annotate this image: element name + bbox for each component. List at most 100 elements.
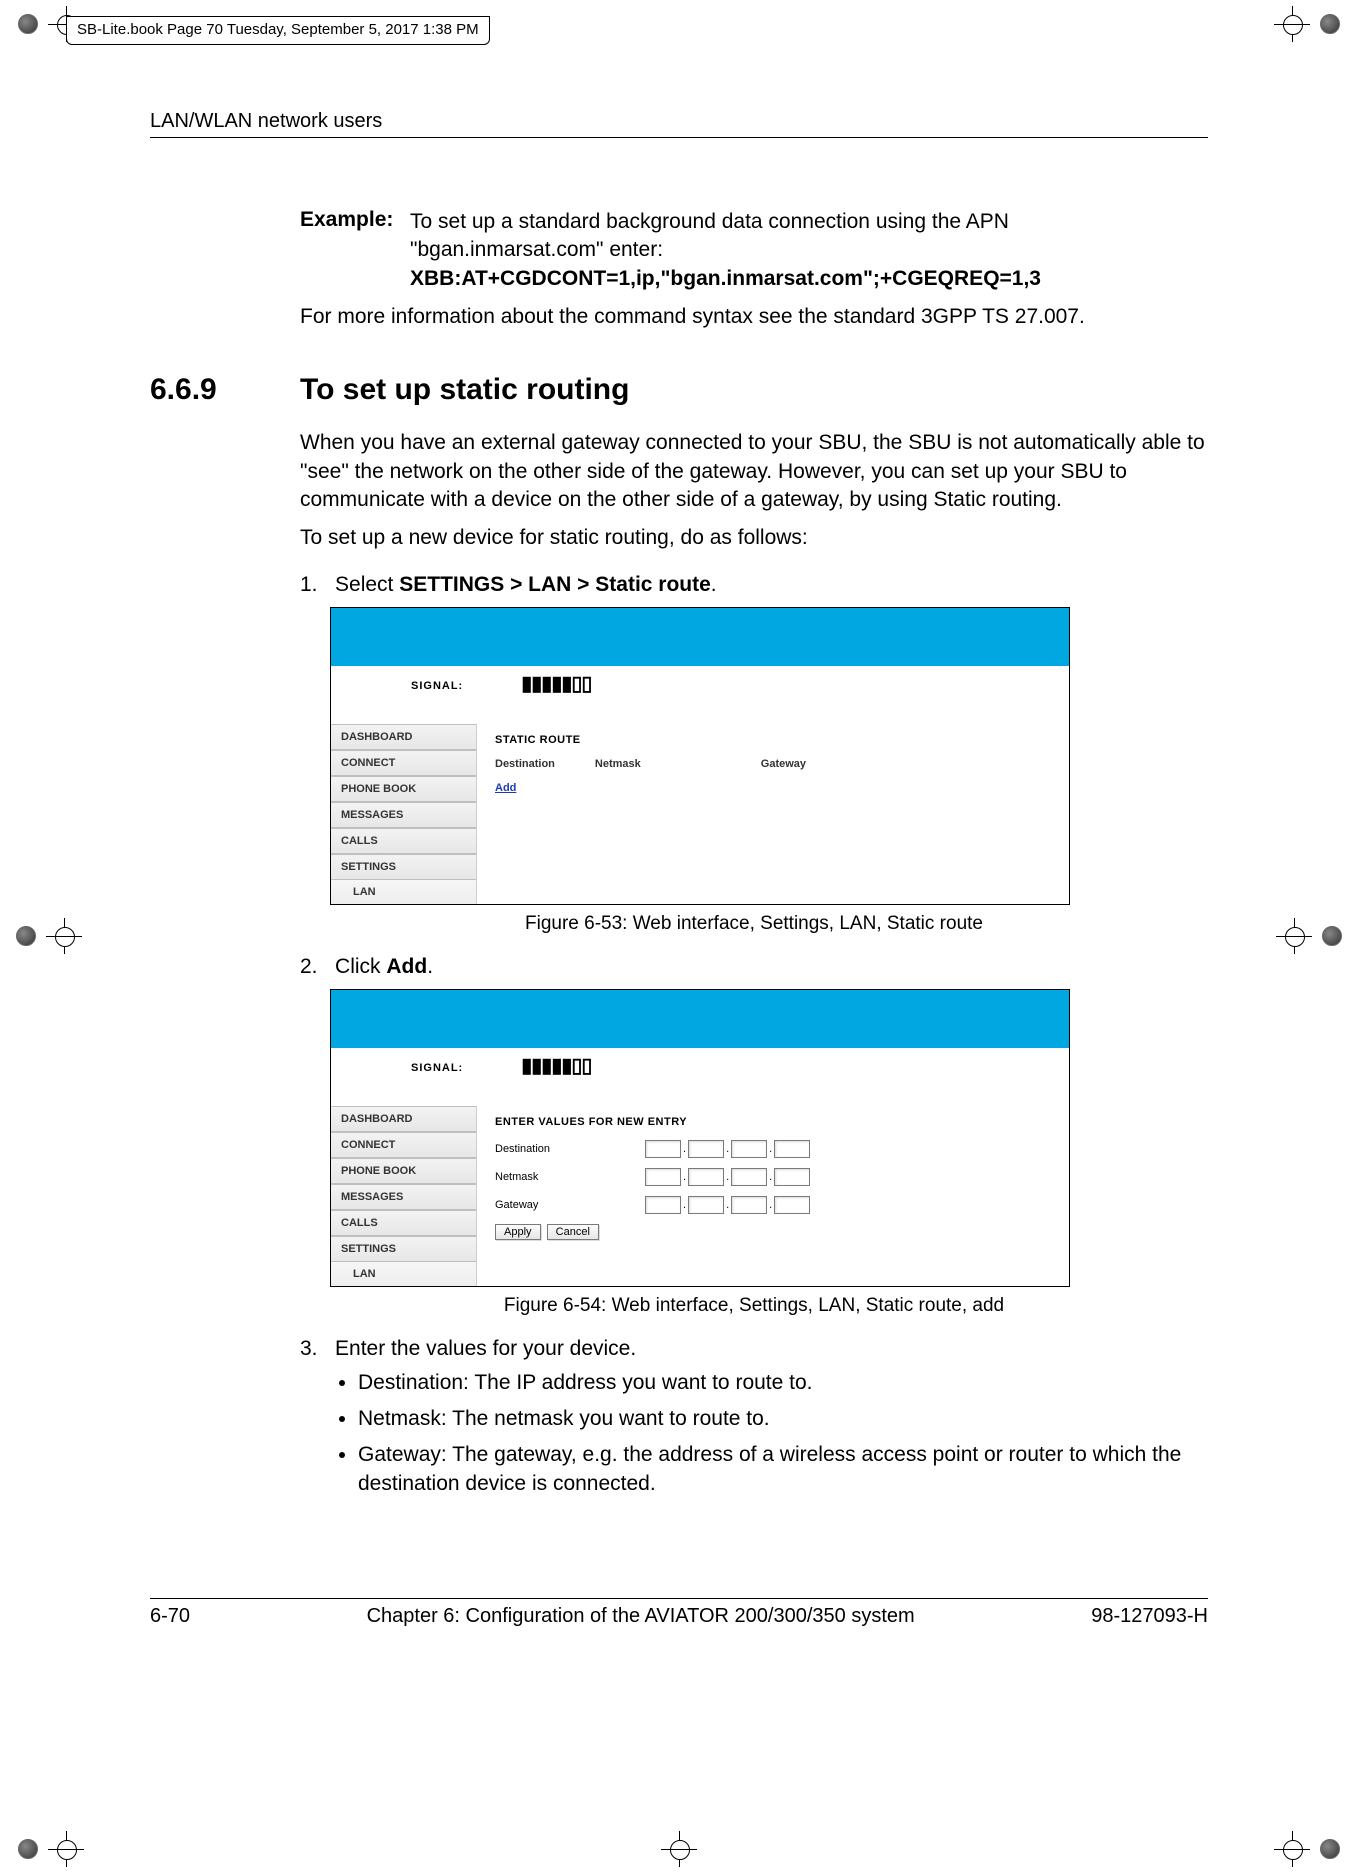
label-gateway: Gateway (495, 1199, 645, 1211)
mock2-signal-label: SIGNAL: (411, 1062, 463, 1074)
step-1-pre: Select (335, 573, 399, 596)
mock1-signal-row: SIGNAL: ▮▮▮▮▮▯▯ (331, 666, 1069, 724)
meta-bar: SB-Lite.book Page 70 Tuesday, September … (66, 16, 490, 45)
header-rule (150, 137, 1208, 138)
step-3-num: 3. (300, 1337, 318, 1360)
crop-cross-br (1274, 1831, 1310, 1867)
sidebar-item-phonebook[interactable]: PHONE BOOK (331, 776, 476, 802)
mock1-col-gw: Gateway (761, 758, 806, 770)
label-destination: Destination (495, 1143, 645, 1155)
footer-chapter: Chapter 6: Configuration of the AVIATOR … (367, 1605, 915, 1628)
crop-ball-bl (10, 1831, 46, 1867)
crop-ball-mr (1314, 918, 1350, 954)
ip-dest-input-4[interactable] (774, 1140, 810, 1158)
page-footer: 6-70 Chapter 6: Configuration of the AVI… (150, 1605, 1208, 1628)
sidebar-item-lan[interactable]: LAN (331, 1262, 476, 1286)
figure-caption-1: Figure 6-53: Web interface, Settings, LA… (300, 913, 1208, 935)
mock2-main: ENTER VALUES FOR NEW ENTRY Destination .… (477, 1106, 1069, 1286)
step-3-line: Enter the values for your device. (335, 1337, 636, 1360)
label-netmask: Netmask (495, 1171, 645, 1183)
footer-rule (150, 1598, 1208, 1599)
step-2: 2. Click Add. SIGNAL: ▮▮▮▮▮▯▯ DASHBOARD … (300, 955, 1208, 1317)
mock-screenshot-1: SIGNAL: ▮▮▮▮▮▯▯ DASHBOARD CONNECT PHONE … (330, 607, 1070, 905)
mock1-bluebar (331, 608, 1069, 666)
example-label: Example: (300, 208, 410, 293)
section-number: 6.6.9 (150, 373, 250, 407)
example-block: Example: To set up a standard background… (300, 208, 1208, 293)
ip-dest-input-3[interactable] (731, 1140, 767, 1158)
example-command: XBB:AT+CGDCONT=1,ip,"bgan.inmarsat.com";… (410, 267, 1041, 290)
step-2-num: 2. (300, 955, 318, 978)
crop-cross-bl (48, 1831, 84, 1867)
para-follow: To set up a new device for static routin… (300, 524, 1208, 552)
sidebar-item-calls[interactable]: CALLS (331, 828, 476, 854)
mock-screenshot-2: SIGNAL: ▮▮▮▮▮▯▯ DASHBOARD CONNECT PHONE … (330, 989, 1070, 1287)
step-2-post: . (427, 955, 433, 978)
ip-gw-input-2[interactable] (688, 1196, 724, 1214)
sidebar-item-calls[interactable]: CALLS (331, 1210, 476, 1236)
step-3: 3. Enter the values for your device. Des… (300, 1337, 1208, 1498)
sidebar-item-lan[interactable]: LAN (331, 880, 476, 904)
sidebar-item-settings[interactable]: SETTINGS (331, 854, 476, 880)
ip-dest-input-1[interactable] (645, 1140, 681, 1158)
signal-bars-icon: ▮▮▮▮▮▯▯ (521, 1060, 591, 1072)
running-head: LAN/WLAN network users (150, 110, 1208, 133)
sidebar-item-dashboard[interactable]: DASHBOARD (331, 724, 476, 750)
signal-bars-icon: ▮▮▮▮▮▯▯ (521, 678, 591, 690)
example-text: To set up a standard background data con… (410, 210, 1009, 261)
section-heading: 6.6.9 To set up static routing (150, 373, 1208, 407)
ip-gw-input-4[interactable] (774, 1196, 810, 1214)
ip-gw-input-1[interactable] (645, 1196, 681, 1214)
bullet-destination: Destination: The IP address you want to … (358, 1369, 1208, 1397)
ip-mask-input-2[interactable] (688, 1168, 724, 1186)
apply-button[interactable]: Apply (495, 1224, 541, 1240)
ip-dest-input-2[interactable] (688, 1140, 724, 1158)
crop-cross-ml (46, 918, 82, 954)
step-1-post: . (711, 573, 717, 596)
mock1-heading: STATIC ROUTE (495, 734, 1053, 746)
sidebar-item-phonebook[interactable]: PHONE BOOK (331, 1158, 476, 1184)
mock2-bluebar (331, 990, 1069, 1048)
ip-gw-input-3[interactable] (731, 1196, 767, 1214)
mock2-sidebar: DASHBOARD CONNECT PHONE BOOK MESSAGES CA… (331, 1106, 477, 1286)
footer-page-num: 6-70 (150, 1605, 190, 1628)
crop-cross-bm (661, 1831, 697, 1867)
step-1-num: 1. (300, 573, 318, 596)
ip-mask-input-3[interactable] (731, 1168, 767, 1186)
mock1-col-dest: Destination (495, 758, 555, 770)
mock1-sidebar: DASHBOARD CONNECT PHONE BOOK MESSAGES CA… (331, 724, 477, 904)
mock1-table-head: Destination Netmask Gateway (495, 758, 1053, 770)
crop-ball-tr (1312, 6, 1348, 42)
bullet-netmask: Netmask: The netmask you want to route t… (358, 1405, 1208, 1433)
crop-ball-tl (10, 6, 46, 42)
sidebar-item-dashboard[interactable]: DASHBOARD (331, 1106, 476, 1132)
footer-doc-id: 98-127093-H (1091, 1605, 1208, 1628)
step-1: 1. Select SETTINGS > LAN > Static route.… (300, 573, 1208, 935)
mock1-signal-label: SIGNAL: (411, 680, 463, 692)
add-link[interactable]: Add (495, 782, 516, 794)
sidebar-item-connect[interactable]: CONNECT (331, 1132, 476, 1158)
bullet-gateway: Gateway: The gateway, e.g. the address o… (358, 1441, 1208, 1498)
sidebar-item-messages[interactable]: MESSAGES (331, 802, 476, 828)
crop-cross-mr (1276, 918, 1312, 954)
step-2-bold: Add (386, 955, 427, 978)
crop-ball-br (1312, 1831, 1348, 1867)
mock2-signal-row: SIGNAL: ▮▮▮▮▮▯▯ (331, 1048, 1069, 1106)
step-2-pre: Click (335, 955, 386, 978)
mock1-col-mask: Netmask (595, 758, 641, 770)
para-intro: When you have an external gateway connec… (300, 429, 1208, 514)
para-info-syntax: For more information about the command s… (300, 303, 1208, 331)
figure-caption-2: Figure 6-54: Web interface, Settings, LA… (300, 1295, 1208, 1317)
cancel-button[interactable]: Cancel (547, 1224, 599, 1240)
crop-cross-tr (1274, 6, 1310, 42)
step-1-bold: SETTINGS > LAN > Static route (399, 573, 711, 596)
sidebar-item-messages[interactable]: MESSAGES (331, 1184, 476, 1210)
mock1-main: STATIC ROUTE Destination Netmask Gateway… (477, 724, 1069, 904)
ip-mask-input-4[interactable] (774, 1168, 810, 1186)
sidebar-item-connect[interactable]: CONNECT (331, 750, 476, 776)
ip-mask-input-1[interactable] (645, 1168, 681, 1186)
sidebar-item-settings[interactable]: SETTINGS (331, 1236, 476, 1262)
crop-ball-ml (8, 918, 44, 954)
mock2-heading: ENTER VALUES FOR NEW ENTRY (495, 1116, 1053, 1128)
section-title: To set up static routing (300, 373, 629, 407)
